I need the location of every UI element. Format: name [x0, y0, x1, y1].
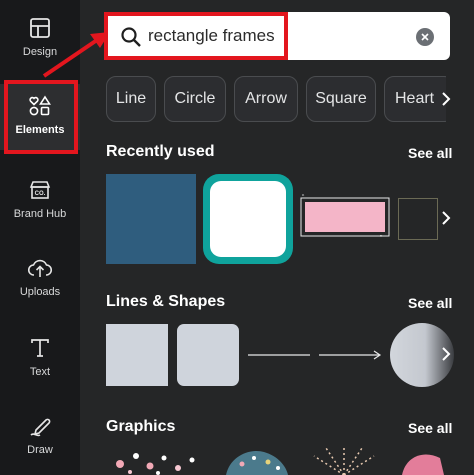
recent-teal-frame[interactable]	[203, 174, 293, 264]
draw-icon	[26, 412, 54, 440]
sidebar-item-label: Text	[29, 366, 51, 378]
section-title-recently-used: Recently used	[106, 143, 215, 160]
shape-line[interactable]	[248, 346, 310, 364]
chip-square[interactable]: Square	[306, 76, 376, 122]
graphic-firework[interactable]	[306, 446, 382, 475]
sidebar-item-draw[interactable]: Draw	[0, 412, 80, 458]
chips-next-icon[interactable]	[434, 81, 458, 117]
shape-rounded-square[interactable]	[177, 324, 239, 386]
recent-dark-frame[interactable]	[398, 198, 438, 240]
sidebar-item-label: Uploads	[19, 286, 61, 298]
sidebar-item-uploads[interactable]: Uploads	[0, 254, 80, 300]
suggestion-chips: Line Circle Arrow Square Heart	[106, 76, 446, 122]
sidebar-item-label: Draw	[27, 444, 53, 456]
see-all-recently-used[interactable]: See all	[408, 145, 452, 161]
chip-arrow[interactable]: Arrow	[234, 76, 298, 122]
search-bar	[104, 12, 450, 60]
recent-pink-frame[interactable]: “”	[300, 194, 392, 242]
cloud-upload-icon	[26, 254, 54, 282]
shape-square[interactable]	[106, 324, 168, 386]
lines-shapes-next-icon[interactable]	[434, 336, 458, 372]
brand-hub-icon: CO.	[26, 176, 54, 204]
see-all-graphics[interactable]: See all	[408, 420, 452, 436]
section-title-graphics: Graphics	[106, 418, 176, 435]
see-all-lines-shapes[interactable]: See all	[408, 295, 452, 311]
graphic-pink-shape[interactable]	[398, 450, 448, 475]
svg-text:CO.: CO.	[35, 191, 46, 197]
chip-circle[interactable]: Circle	[164, 76, 226, 122]
graphic-dots-blob[interactable]	[220, 446, 292, 475]
sidebar-item-label: Brand Hub	[13, 208, 67, 220]
recent-blue-square[interactable]	[106, 174, 196, 264]
sidebar-item-brand-hub[interactable]: CO. Brand Hub	[0, 176, 80, 222]
text-icon	[26, 334, 54, 362]
recently-used-next-icon[interactable]	[434, 200, 458, 236]
sidebar-item-text[interactable]: Text	[0, 334, 80, 380]
clear-icon[interactable]	[416, 28, 434, 46]
section-title-lines-shapes: Lines & Shapes	[106, 293, 226, 310]
highlight-box-search	[104, 12, 288, 60]
graphic-confetti[interactable]	[106, 450, 206, 475]
shape-arrow[interactable]	[319, 346, 383, 364]
chip-line[interactable]: Line	[106, 76, 156, 122]
highlight-box-elements	[4, 80, 78, 154]
